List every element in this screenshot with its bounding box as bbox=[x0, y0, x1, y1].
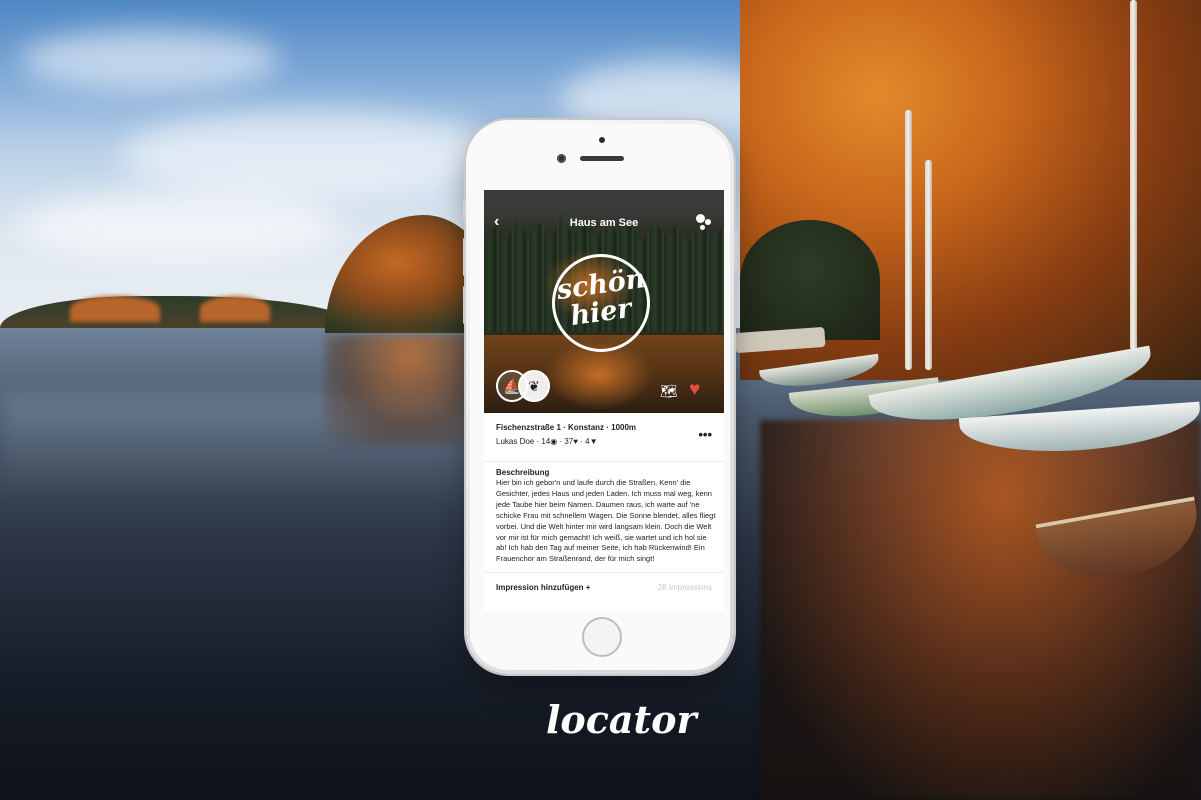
distant-trees bbox=[70, 296, 160, 322]
leaf-icon[interactable]: ❦ bbox=[518, 370, 550, 402]
eye-icon: ◉ bbox=[550, 437, 558, 446]
birch-trunk bbox=[1130, 0, 1137, 350]
locator-logo: locator bbox=[546, 697, 697, 742]
cloud bbox=[20, 30, 280, 90]
impressions-count[interactable]: 28 Impressions bbox=[658, 583, 712, 592]
heart-small-icon: ♥ bbox=[573, 437, 579, 446]
author-name[interactable]: Lukas Doe bbox=[496, 437, 534, 446]
power-button bbox=[734, 230, 737, 270]
place-info: Fischenzstraße 1 · Konstanz · 1000m Luka… bbox=[484, 413, 724, 462]
more-options-button[interactable]: ••• bbox=[698, 427, 712, 442]
app-screen: ‹ Haus am See schön hier ⛵ ❦ 🗺 ♥ Fischen… bbox=[484, 190, 724, 611]
schoen-hier-logo: schön hier bbox=[552, 254, 650, 352]
place-address: Fischenzstraße 1 · Konstanz · 1000m bbox=[496, 423, 637, 432]
front-camera bbox=[557, 154, 566, 163]
home-button[interactable] bbox=[582, 617, 622, 657]
views-count: 14 bbox=[541, 437, 551, 446]
description-section: Beschreibung Hier bin ich gebor'n und la… bbox=[496, 468, 716, 565]
birch-trunk bbox=[905, 110, 912, 370]
place-stats: Lukas Doe · 14◉ · 37♥ · 4▼ bbox=[496, 437, 598, 446]
map-icon[interactable]: 🗺 bbox=[660, 383, 678, 400]
distant-trees bbox=[200, 296, 270, 322]
phone-mockup: ‹ Haus am See schön hier ⛵ ❦ 🗺 ♥ Fischen… bbox=[463, 120, 737, 674]
page-title: Haus am See bbox=[569, 217, 639, 229]
heart-icon[interactable]: ♥ bbox=[689, 379, 700, 401]
comment-icon: ▼ bbox=[589, 437, 598, 446]
cloud bbox=[20, 190, 340, 260]
forest-reflection bbox=[760, 420, 1201, 800]
description-heading: Beschreibung bbox=[496, 468, 550, 477]
earpiece-speaker bbox=[580, 156, 624, 161]
volume-button bbox=[463, 286, 466, 324]
mute-switch bbox=[463, 200, 466, 222]
cloud bbox=[120, 110, 500, 200]
phone-face: ‹ Haus am See schön hier ⛵ ❦ 🗺 ♥ Fischen… bbox=[470, 124, 730, 670]
pine-trees bbox=[740, 220, 880, 340]
place-hero-image: ‹ Haus am See schön hier ⛵ ❦ 🗺 ♥ bbox=[484, 190, 724, 413]
birch-trunk bbox=[925, 160, 932, 370]
likes-count: 37 bbox=[564, 437, 574, 446]
impressions-bar: Impression hinzufügen + 28 Impressions bbox=[484, 572, 724, 611]
proximity-sensor bbox=[599, 137, 605, 143]
bubbles-icon[interactable] bbox=[696, 214, 712, 230]
description-text: Hier bin ich gebor'n und laufe durch die… bbox=[496, 478, 716, 564]
add-impression-button[interactable]: Impression hinzufügen + bbox=[496, 583, 590, 592]
volume-button bbox=[463, 238, 466, 276]
category-icons: ⛵ ❦ bbox=[496, 370, 552, 404]
